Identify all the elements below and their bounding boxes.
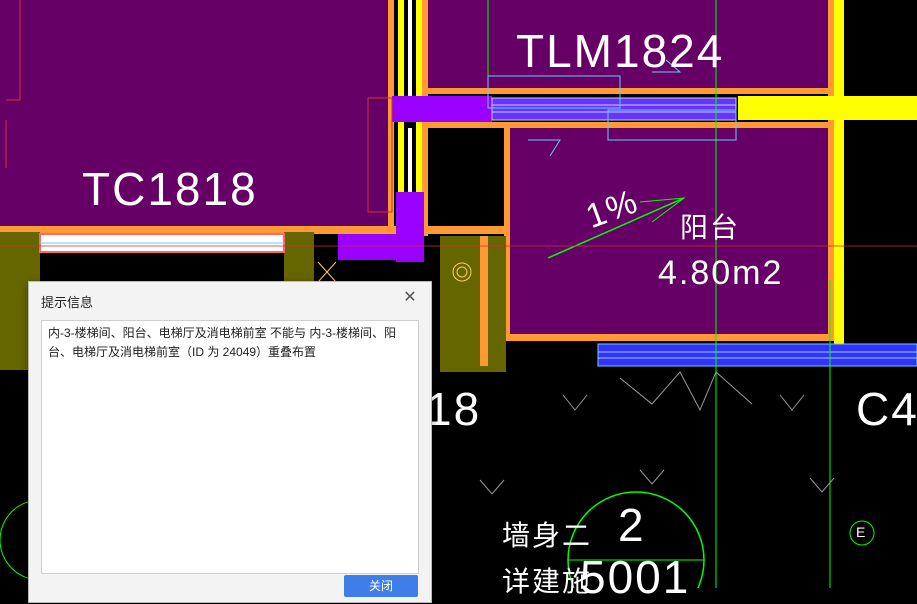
door-tag-tlm1824: TLM1824 <box>516 25 725 77</box>
balcony-room-fill <box>510 128 828 336</box>
wall-symbol <box>317 261 337 283</box>
column-purple <box>338 234 398 260</box>
wall-section-label: 墙身二 <box>502 520 593 551</box>
wall-yellow <box>738 96 917 120</box>
wall-orange <box>828 0 834 341</box>
axis-label-e: E <box>856 524 866 540</box>
room-area-label: 4.80m2 <box>658 254 784 292</box>
wall-orange <box>0 226 510 234</box>
dialog-message-box: 内-3-楼梯间、阳台、电梯厅及消电梯前室 不能与 内-3-楼梯间、阳台、电梯厅及… <box>41 320 419 574</box>
door-band <box>491 97 737 121</box>
room-name-label: 阳台 <box>680 212 741 243</box>
column-purple <box>396 192 424 262</box>
dialog-title: 提示信息 <box>41 295 94 310</box>
info-dialog: 提示信息 ✕ 内-3-楼梯间、阳台、电梯厅及消电梯前室 不能与 内-3-楼梯间、… <box>28 281 432 603</box>
wall-yellow <box>408 0 412 100</box>
partial-label-c4: C4 <box>856 383 917 435</box>
detail-ref-label: 详建施 <box>502 566 593 597</box>
wall-orange <box>428 88 838 94</box>
wall-orange <box>428 122 838 128</box>
partial-label-18: 18 <box>426 383 482 435</box>
dialog-message: 内-3-楼梯间、阳台、电梯厅及消电梯前室 不能与 内-3-楼梯间、阳台、电梯厅及… <box>48 326 397 359</box>
wall-orange <box>504 334 838 341</box>
gray-arrow <box>479 479 505 495</box>
close-button[interactable]: 关闭 <box>344 575 418 597</box>
wall-yellow <box>834 0 844 345</box>
wall-yellow <box>408 128 412 198</box>
orange-strip <box>480 236 488 366</box>
gray-arrow <box>619 371 753 412</box>
column-purple <box>392 96 492 122</box>
detail-sheet-number: 5001 <box>580 551 691 603</box>
detail-number: 2 <box>618 499 646 551</box>
olive-block <box>440 236 506 372</box>
blue-window <box>597 343 917 367</box>
gray-arrow <box>779 394 805 411</box>
gray-arrow <box>562 394 588 411</box>
close-icon[interactable]: ✕ <box>401 289 419 307</box>
gray-arrow <box>639 469 665 485</box>
window-tag-tc1818: TC1818 <box>82 163 258 215</box>
